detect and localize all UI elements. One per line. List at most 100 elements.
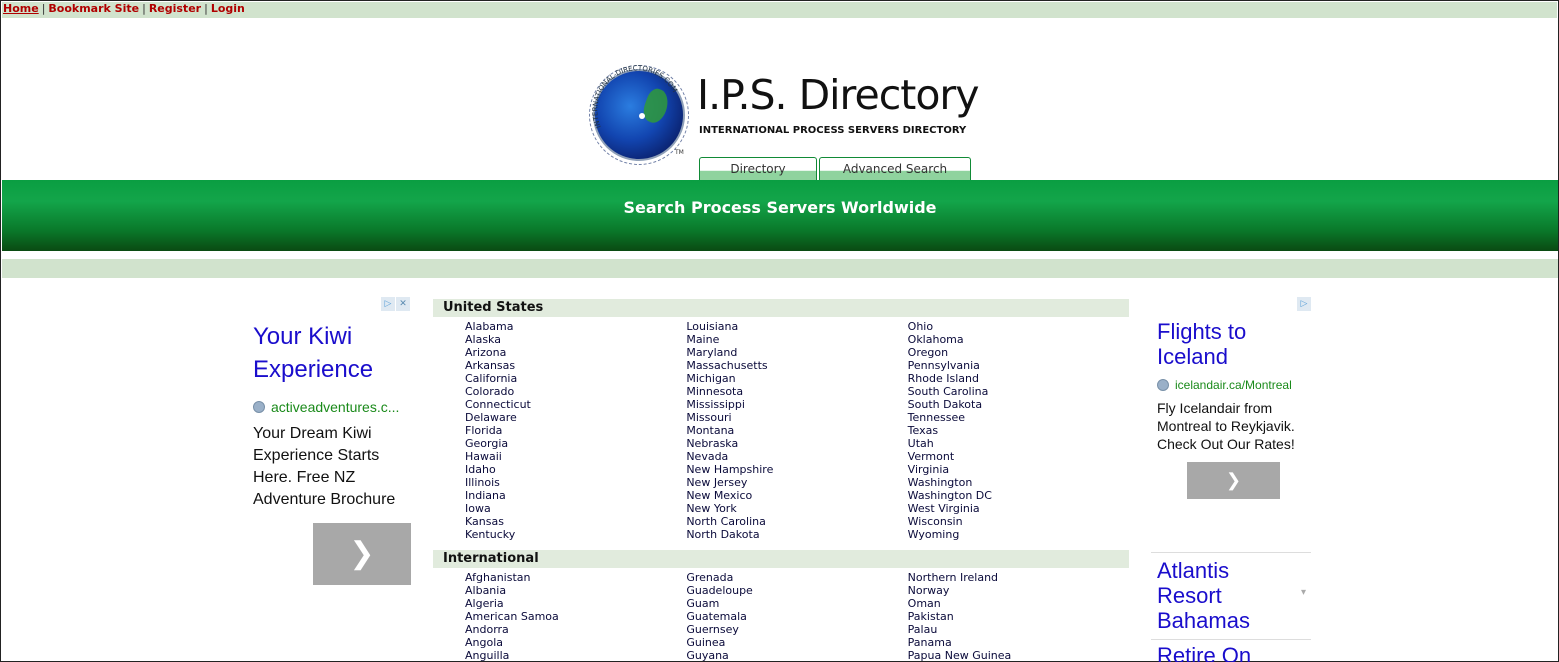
location-link[interactable]: Norway [908, 584, 1129, 597]
location-link[interactable]: Hawaii [465, 450, 686, 463]
location-link[interactable]: Florida [465, 424, 686, 437]
location-link[interactable]: Albania [465, 584, 686, 597]
ad-url[interactable]: activeadventures.c... [253, 399, 399, 415]
ad-headline-2[interactable]: Atlantis Resort Bahamas [1157, 558, 1297, 633]
location-link[interactable]: Anguilla [465, 649, 686, 662]
location-link[interactable]: Utah [908, 437, 1129, 450]
location-link[interactable]: Colorado [465, 385, 686, 398]
location-link[interactable]: Guadeloupe [686, 584, 907, 597]
location-link[interactable]: Montana [686, 424, 907, 437]
location-link[interactable]: New York [686, 502, 907, 515]
location-link[interactable]: Nebraska [686, 437, 907, 450]
location-link[interactable]: Pakistan [908, 610, 1129, 623]
location-link[interactable]: Mississippi [686, 398, 907, 411]
location-link[interactable]: Minnesota [686, 385, 907, 398]
right-ad[interactable]: ▷ Flights to Iceland icelandair.ca/Montr… [1151, 297, 1313, 662]
adchoices-icon[interactable]: ▷ [381, 297, 395, 311]
location-link[interactable]: Maryland [686, 346, 907, 359]
location-link[interactable]: Pennsylvania [908, 359, 1129, 372]
divider-stripe [2, 259, 1558, 278]
location-link[interactable]: Indiana [465, 489, 686, 502]
ad-url-text: activeadventures.c... [271, 399, 400, 415]
location-link[interactable]: North Carolina [686, 515, 907, 528]
location-link[interactable]: New Hampshire [686, 463, 907, 476]
location-link[interactable]: Massachusetts [686, 359, 907, 372]
location-link[interactable]: Andorra [465, 623, 686, 636]
ad-headline-3[interactable]: Retire On [1157, 643, 1297, 662]
location-link[interactable]: Wyoming [908, 528, 1129, 541]
location-link[interactable]: Maine [686, 333, 907, 346]
location-link[interactable]: Guinea [686, 636, 907, 649]
register-link[interactable]: Register [149, 2, 201, 15]
location-link[interactable]: Virginia [908, 463, 1129, 476]
location-link[interactable]: Afghanistan [465, 571, 686, 584]
tab-advanced-search[interactable]: Advanced Search [819, 157, 971, 181]
location-link[interactable]: Grenada [686, 571, 907, 584]
location-link[interactable]: Vermont [908, 450, 1129, 463]
ad-go-button[interactable]: ❯ [1187, 462, 1280, 499]
location-link[interactable]: North Dakota [686, 528, 907, 541]
main-tabs: Directory Advanced Search [699, 157, 971, 181]
location-link[interactable]: California [465, 372, 686, 385]
location-link[interactable]: American Samoa [465, 610, 686, 623]
location-link[interactable]: Kansas [465, 515, 686, 528]
location-link[interactable]: Guyana [686, 649, 907, 662]
location-link[interactable]: Delaware [465, 411, 686, 424]
location-link[interactable]: Tennessee [908, 411, 1129, 424]
location-link[interactable]: Palau [908, 623, 1129, 636]
location-link[interactable]: Connecticut [465, 398, 686, 411]
location-link[interactable]: Kentucky [465, 528, 686, 541]
location-link[interactable]: Idaho [465, 463, 686, 476]
location-link[interactable]: South Carolina [908, 385, 1129, 398]
ad-url[interactable]: icelandair.ca/Montreal [1157, 378, 1292, 392]
section-heading-us: United States [433, 299, 1129, 317]
location-link[interactable]: Rhode Island [908, 372, 1129, 385]
location-link[interactable]: Wisconsin [908, 515, 1129, 528]
location-link[interactable]: New Mexico [686, 489, 907, 502]
location-link[interactable]: Illinois [465, 476, 686, 489]
location-link[interactable]: Guatemala [686, 610, 907, 623]
location-link[interactable]: Guernsey [686, 623, 907, 636]
location-link[interactable]: Papua New Guinea [908, 649, 1129, 662]
location-link[interactable]: South Dakota [908, 398, 1129, 411]
adchoices-icon[interactable]: ▷ [1297, 297, 1311, 311]
location-link[interactable]: Guam [686, 597, 907, 610]
location-link[interactable]: Washington [908, 476, 1129, 489]
nav-separator: | [142, 2, 146, 15]
top-nav-bar: Home | Bookmark Site | Register | Login [2, 2, 1557, 18]
location-link[interactable]: New Jersey [686, 476, 907, 489]
location-link[interactable]: Alaska [465, 333, 686, 346]
location-link[interactable]: Angola [465, 636, 686, 649]
chevron-down-icon[interactable]: ▾ [1301, 587, 1306, 598]
location-link[interactable]: Algeria [465, 597, 686, 610]
left-ad[interactable]: ▷ ✕ Your Kiwi Experience activeadventure… [249, 297, 413, 597]
ad-go-button[interactable]: ❯ [313, 523, 411, 585]
location-link[interactable]: Iowa [465, 502, 686, 515]
location-link[interactable]: Nevada [686, 450, 907, 463]
login-link[interactable]: Login [211, 2, 245, 15]
location-link[interactable]: Georgia [465, 437, 686, 450]
location-link[interactable]: Louisiana [686, 320, 907, 333]
tab-directory[interactable]: Directory [699, 157, 817, 181]
close-ad-icon[interactable]: ✕ [396, 297, 410, 311]
nav-separator: | [41, 2, 46, 15]
location-link[interactable]: Michigan [686, 372, 907, 385]
location-link[interactable]: Alabama [465, 320, 686, 333]
location-link[interactable]: Washington DC [908, 489, 1129, 502]
location-link[interactable]: Panama [908, 636, 1129, 649]
location-link[interactable]: Missouri [686, 411, 907, 424]
location-link[interactable]: Arkansas [465, 359, 686, 372]
ad-headline[interactable]: Flights to Iceland [1157, 319, 1307, 369]
location-link[interactable]: Oman [908, 597, 1129, 610]
location-link[interactable]: West Virginia [908, 502, 1129, 515]
location-link[interactable]: Texas [908, 424, 1129, 437]
bookmark-site-link[interactable]: Bookmark Site [48, 2, 139, 15]
location-link[interactable]: Ohio [908, 320, 1129, 333]
home-link[interactable]: Home [3, 2, 39, 15]
location-link[interactable]: Northern Ireland [908, 571, 1129, 584]
site-logo[interactable]: INTERNATIONAL-DIRECTORIES.COM TM I.P.S. … [589, 65, 983, 165]
location-link[interactable]: Oklahoma [908, 333, 1129, 346]
location-link[interactable]: Oregon [908, 346, 1129, 359]
ad-headline[interactable]: Your Kiwi Experience [253, 320, 413, 386]
location-link[interactable]: Arizona [465, 346, 686, 359]
